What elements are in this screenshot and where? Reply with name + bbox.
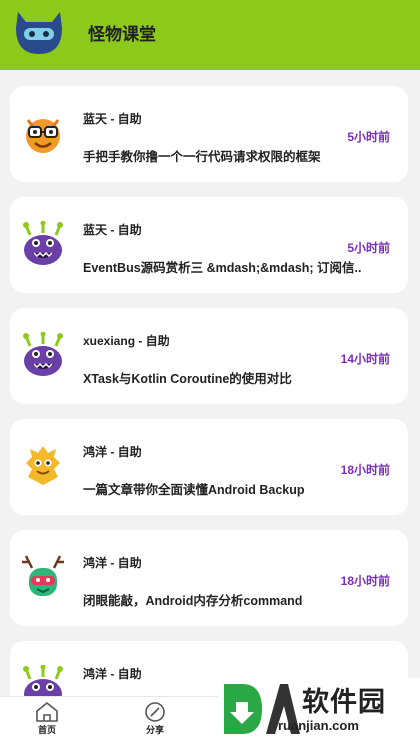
post-author: 鸿洋 - 自助 [83,556,142,570]
post-title[interactable]: 手把手教你撸一个一行代码请求权限的框架 [83,146,373,165]
post-title[interactable]: 一篇文章带你全面读懂Android Backup [83,479,373,498]
purple-monster-avatar-icon [23,332,63,376]
tab-share-label: 分享 [145,725,164,735]
post-time: 18小时前 [340,463,390,477]
watermark-url: ruanjian.com [278,718,359,733]
yellow-monster-avatar-icon [26,446,60,485]
post-card[interactable]: 鸿洋 - 自助 18小时前 闭眼能敲，Android内存分析command [10,530,408,626]
monster-logo-icon [16,12,62,54]
compass-icon [145,702,165,722]
purple-monster-avatar-icon [23,221,63,265]
post-card[interactable]: 鸿洋 - 自助 18小时前 一篇文章带你全面读懂Android Backup [10,419,408,515]
green-antler-monster-avatar-icon [22,555,64,596]
post-title[interactable]: EventBus源码赏析三 &mdash;&mdash; 订阅信.. [83,257,373,276]
post-time: 5小时前 [347,241,390,255]
site-watermark: 软件园 ruanjian.com [218,678,420,740]
orange-monster-avatar-icon [26,119,60,153]
post-card[interactable]: 蓝天 - 自助 5小时前 手把手教你撸一个一行代码请求权限的框架 [10,86,408,182]
post-author: 鸿洋 - 自助 [83,445,142,459]
app-header: 怪物课堂 [0,0,420,70]
watermark-title: 软件园 [302,687,386,717]
post-author: xuexiang - 自助 [83,334,170,348]
post-title[interactable]: 闭眼能敲，Android内存分析command [83,590,373,609]
post-title[interactable]: XTask与Kotlin Coroutine的使用对比 [83,368,373,387]
app-title: 怪物课堂 [88,25,156,44]
post-author: 蓝天 - 自助 [83,223,142,237]
post-time: 5小时前 [347,130,390,144]
post-card[interactable]: 蓝天 - 自助 5小时前 EventBus源码赏析三 &mdash;&mdash… [10,197,408,293]
post-time: 18小时前 [340,574,390,588]
home-icon [36,701,58,722]
tab-home-label: 首页 [37,725,56,735]
post-time: 14小时前 [340,352,390,366]
post-card[interactable]: xuexiang - 自助 14小时前 XTask与Kotlin Corouti… [10,308,408,404]
post-author: 鸿洋 - 自助 [83,667,142,681]
tab-share[interactable]: 分享 [125,701,185,736]
tab-home[interactable]: 首页 [17,701,77,736]
post-author: 蓝天 - 自助 [83,112,142,126]
